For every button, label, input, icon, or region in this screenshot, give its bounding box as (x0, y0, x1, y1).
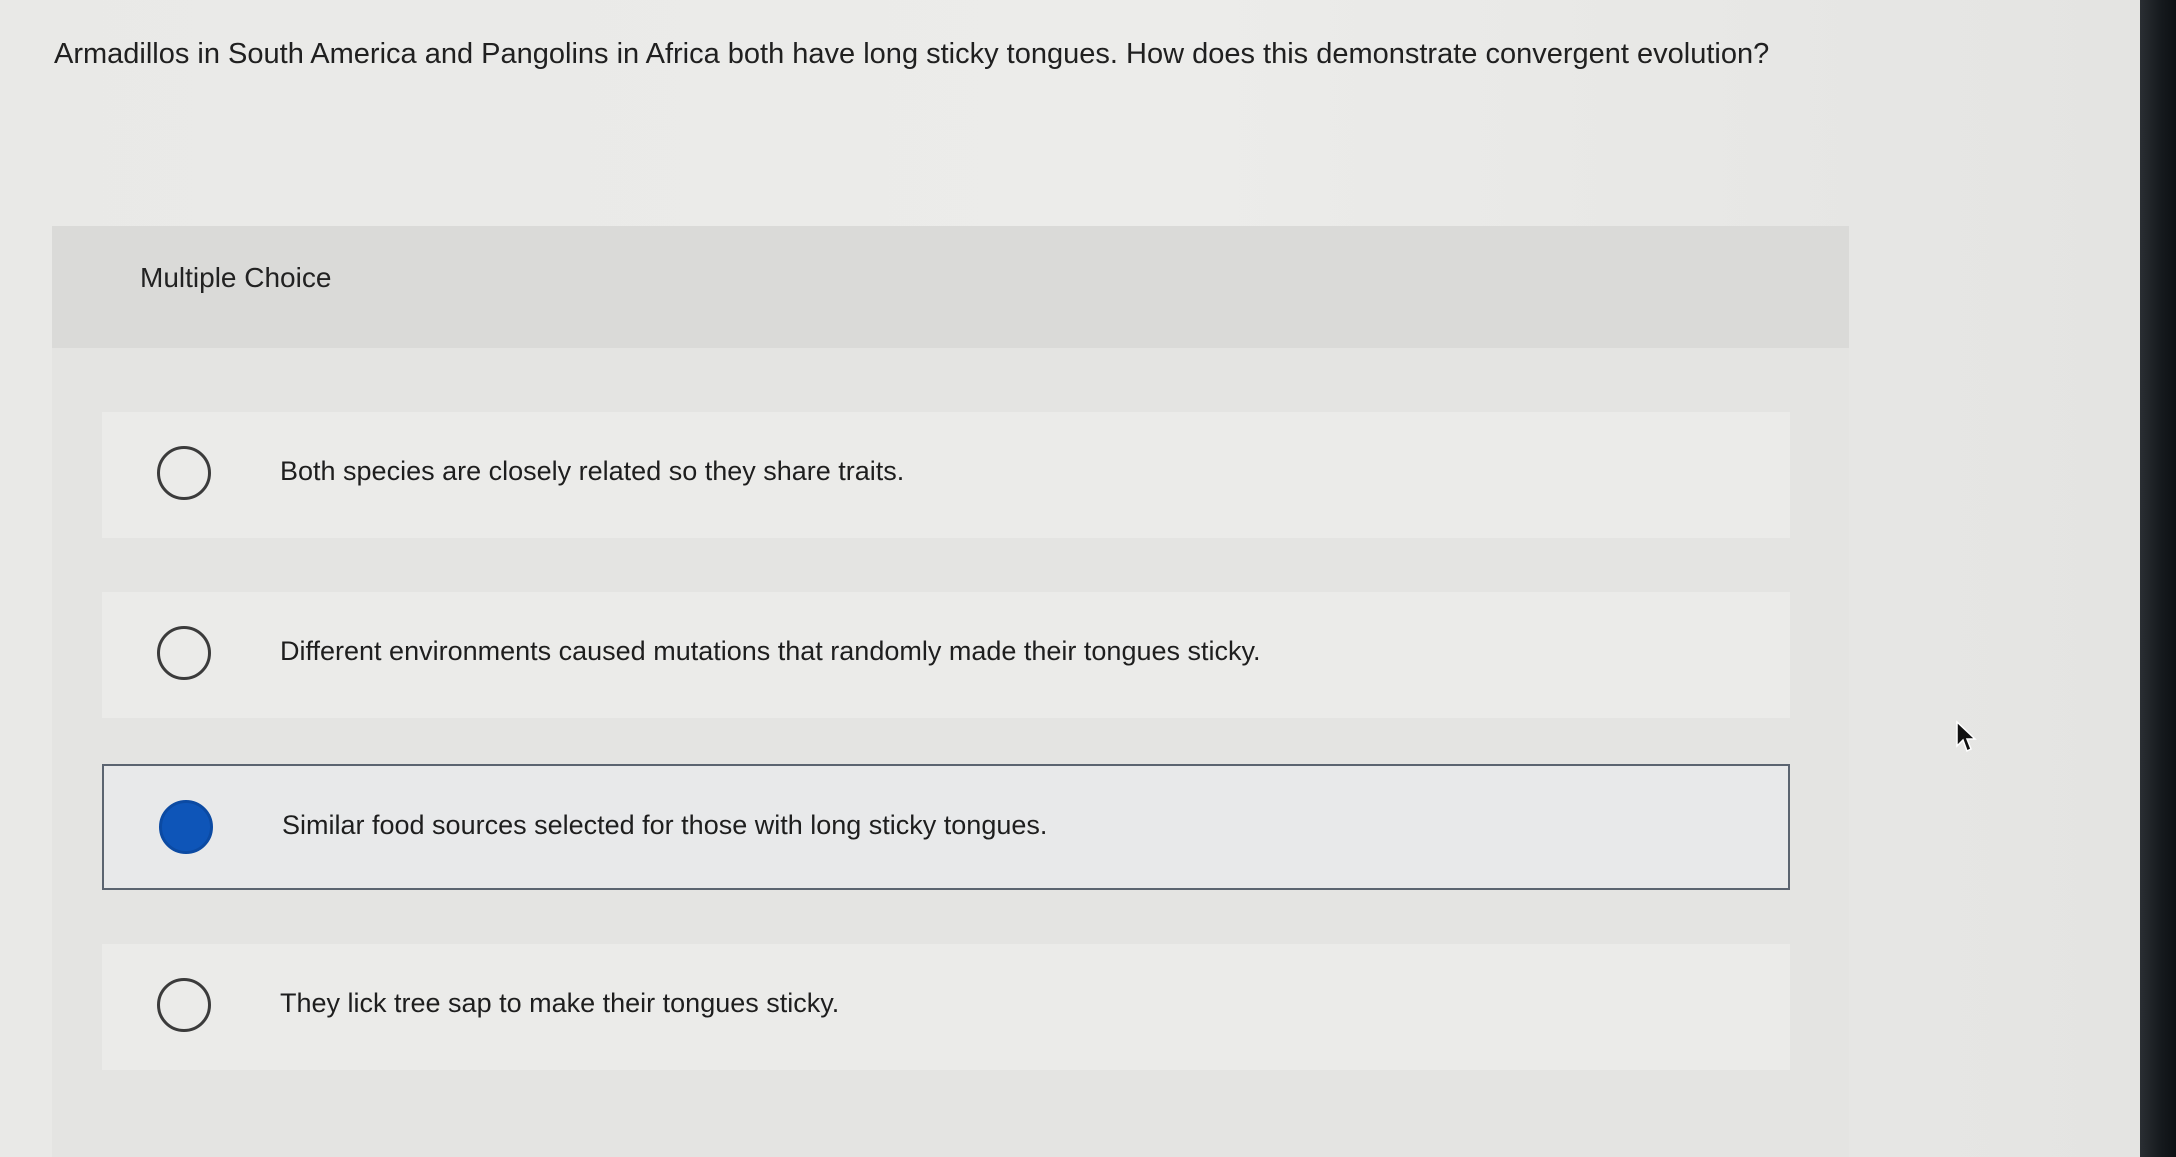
option-a[interactable]: Both species are closely related so they… (102, 412, 1790, 538)
radio-button-b[interactable] (157, 626, 211, 680)
screen: Armadillos in South America and Pangolin… (0, 0, 2140, 1157)
option-d-text: They lick tree sap to make their tongues… (280, 988, 840, 1018)
question-text: Armadillos in South America and Pangolin… (54, 38, 1770, 70)
option-b[interactable]: Different environments caused mutations … (102, 592, 1790, 718)
radio-button-a[interactable] (157, 446, 211, 500)
multiple-choice-label: Multiple Choice (140, 262, 332, 293)
radio-button-c-selected[interactable] (159, 800, 213, 854)
option-c-text: Similar food sources selected for those … (282, 810, 1048, 840)
option-a-text: Both species are closely related so they… (280, 456, 905, 486)
multiple-choice-header: Multiple Choice (52, 226, 1849, 348)
radio-button-d[interactable] (157, 978, 211, 1032)
mouse-pointer-icon (1956, 720, 1977, 753)
option-d[interactable]: They lick tree sap to make their tongues… (102, 944, 1790, 1070)
option-c[interactable]: Similar food sources selected for those … (102, 764, 1790, 890)
option-b-text: Different environments caused mutations … (280, 636, 1261, 666)
monitor-bezel (2140, 0, 2176, 1157)
multiple-choice-panel: Multiple Choice Both species are closely… (52, 226, 1849, 1157)
